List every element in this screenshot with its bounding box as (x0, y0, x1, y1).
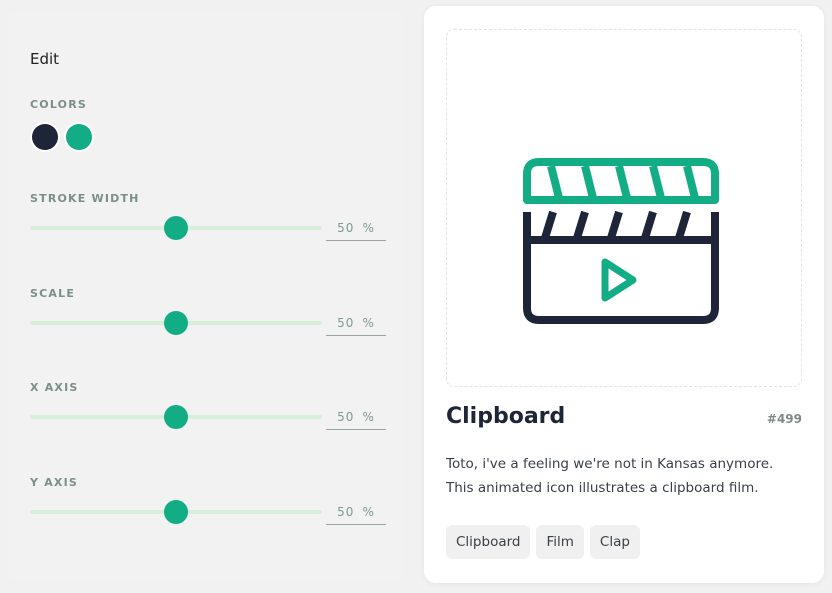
slider-thumb[interactable] (164, 405, 188, 429)
value-unit: % (362, 316, 375, 330)
icon-preview (446, 29, 802, 387)
editor-title: Edit (30, 50, 60, 68)
value-unit: % (362, 505, 375, 519)
value-number: 50 (337, 505, 355, 519)
value-unit: % (362, 221, 375, 235)
x-axis-label: X AXIS (30, 381, 79, 394)
tag-list: Clipboard Film Clap (446, 525, 640, 559)
editor-panel: Edit COLORS STROKE WIDTH 50% SCALE 50% X… (8, 10, 404, 582)
y-axis-slider[interactable]: 50% (30, 500, 388, 542)
y-axis-value[interactable]: 50% (326, 502, 386, 525)
value-number: 50 (337, 410, 355, 424)
color-swatch-dark[interactable] (32, 124, 58, 150)
color-swatch-green[interactable] (66, 124, 92, 150)
slider-thumb[interactable] (164, 500, 188, 524)
stroke-width-value[interactable]: 50% (326, 218, 386, 241)
value-unit: % (362, 410, 375, 424)
icon-id: #499 (766, 412, 802, 426)
stroke-width-slider[interactable]: 50% (30, 216, 388, 258)
scale-slider[interactable]: 50% (30, 311, 388, 353)
value-number: 50 (337, 221, 355, 235)
tag-clipboard[interactable]: Clipboard (446, 525, 531, 559)
colors-label: COLORS (30, 98, 87, 111)
icon-description: Toto, i've a feeling we're not in Kansas… (446, 456, 774, 496)
tag-clap[interactable]: Clap (589, 525, 640, 559)
x-axis-slider[interactable]: 50% (30, 405, 388, 447)
stroke-width-label: STROKE WIDTH (30, 192, 140, 205)
y-axis-label: Y AXIS (30, 476, 79, 489)
tag-film[interactable]: Film (536, 525, 584, 559)
value-number: 50 (337, 316, 355, 330)
scale-label: SCALE (30, 287, 76, 300)
scale-value[interactable]: 50% (326, 313, 386, 336)
clapperboard-icon (523, 158, 719, 324)
icon-title: Clipboard (446, 404, 566, 429)
slider-thumb[interactable] (164, 311, 188, 335)
slider-thumb[interactable] (164, 216, 188, 240)
icon-card: Clipboard #499 Toto, i've a feeling we'r… (424, 6, 824, 583)
x-axis-value[interactable]: 50% (326, 407, 386, 430)
